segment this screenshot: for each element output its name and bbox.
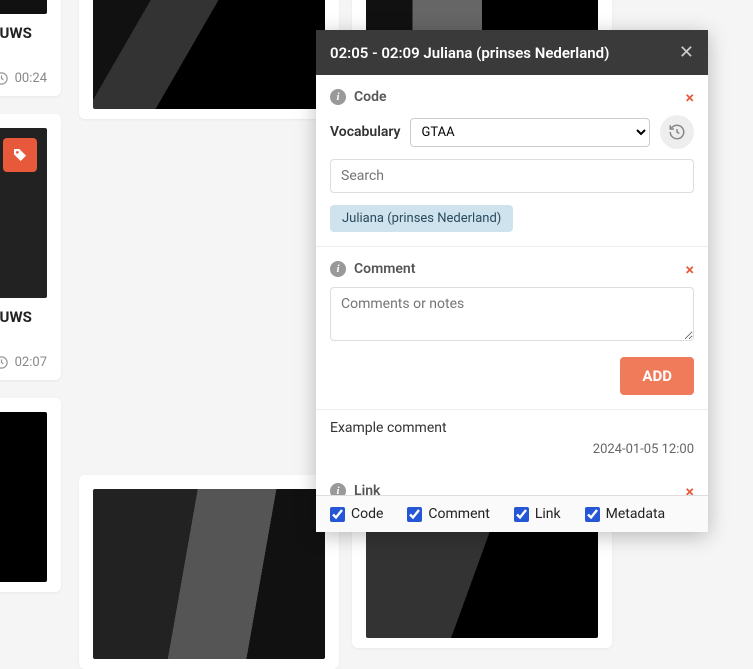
card-duration: 02:07 [15, 355, 47, 370]
checkbox-link[interactable] [514, 507, 529, 522]
annotation-modal: 02:05 - 02:09 Juliana (prinses Nederland… [316, 30, 708, 532]
existing-comment: Example comment [316, 409, 708, 440]
remove-section-icon[interactable]: × [686, 482, 695, 496]
card-duration: 00:24 [15, 71, 47, 86]
card-title: POLYGOON HOLLANDS NIEUWS Weeknummer 74-4… [0, 308, 47, 347]
checkbox-metadata[interactable] [585, 507, 600, 522]
toggle-code[interactable]: Code [330, 506, 383, 522]
remove-section-icon[interactable]: × [686, 260, 695, 279]
code-search-input[interactable] [330, 159, 694, 193]
modal-footer: Code Comment Link Metadata [316, 495, 708, 532]
thumbnail [93, 0, 325, 109]
remove-section-icon[interactable]: × [686, 88, 695, 107]
existing-comment-date: 2024-01-05 12:00 [316, 440, 708, 469]
section-heading: Link [354, 483, 380, 495]
code-section: i Code × Vocabulary GTAA Juliana (prinse… [316, 75, 708, 246]
tag-icon [3, 138, 37, 172]
link-section: i Link × [316, 469, 708, 495]
add-button[interactable]: ADD [620, 357, 694, 395]
video-card[interactable]: POLYGOON HOLLANDS NIEUWS Weeknummer 74-1… [0, 0, 61, 96]
card-title: POLYGOON HOLLANDS NIEUWS Weeknummer 74-1… [0, 24, 47, 63]
toggle-metadata[interactable]: Metadata [585, 506, 666, 522]
toggle-comment[interactable]: Comment [407, 506, 489, 522]
column-1: POLYGOON HOLLANDS NIEUWS Weeknummer 74-1… [0, 0, 61, 669]
video-card[interactable]: POLYGOON HOLLANDS NIEUWS Weeknummer 74-4… [0, 114, 61, 380]
vocabulary-label: Vocabulary [330, 124, 400, 140]
info-icon: i [330, 89, 346, 105]
checkbox-code[interactable] [330, 507, 345, 522]
vocabulary-select[interactable]: GTAA [410, 118, 650, 147]
video-card[interactable] [0, 398, 61, 592]
close-icon[interactable]: ✕ [679, 42, 694, 63]
toggle-link[interactable]: Link [514, 506, 561, 522]
thumbnail [0, 0, 47, 14]
modal-body: i Code × Vocabulary GTAA Juliana (prinse… [316, 75, 708, 495]
checkbox-comment[interactable] [407, 507, 422, 522]
modal-title: 02:05 - 02:09 Juliana (prinses Nederland… [330, 44, 609, 62]
clock-icon [0, 71, 9, 86]
info-icon: i [330, 483, 346, 495]
modal-header: 02:05 - 02:09 Juliana (prinses Nederland… [316, 30, 708, 75]
comment-section: i Comment × ADD [316, 246, 708, 409]
thumbnail [0, 128, 47, 298]
comment-input[interactable] [330, 287, 694, 341]
clock-icon [0, 355, 9, 370]
video-card[interactable] [79, 0, 339, 119]
video-card[interactable] [79, 475, 339, 669]
section-heading: Code [354, 89, 387, 105]
thumbnail [0, 412, 47, 582]
section-heading: Comment [354, 261, 415, 277]
thumbnail [93, 489, 325, 659]
history-icon[interactable] [660, 115, 694, 149]
info-icon: i [330, 261, 346, 277]
code-chip[interactable]: Juliana (prinses Nederland) [330, 205, 513, 232]
column-2 [79, 0, 339, 669]
